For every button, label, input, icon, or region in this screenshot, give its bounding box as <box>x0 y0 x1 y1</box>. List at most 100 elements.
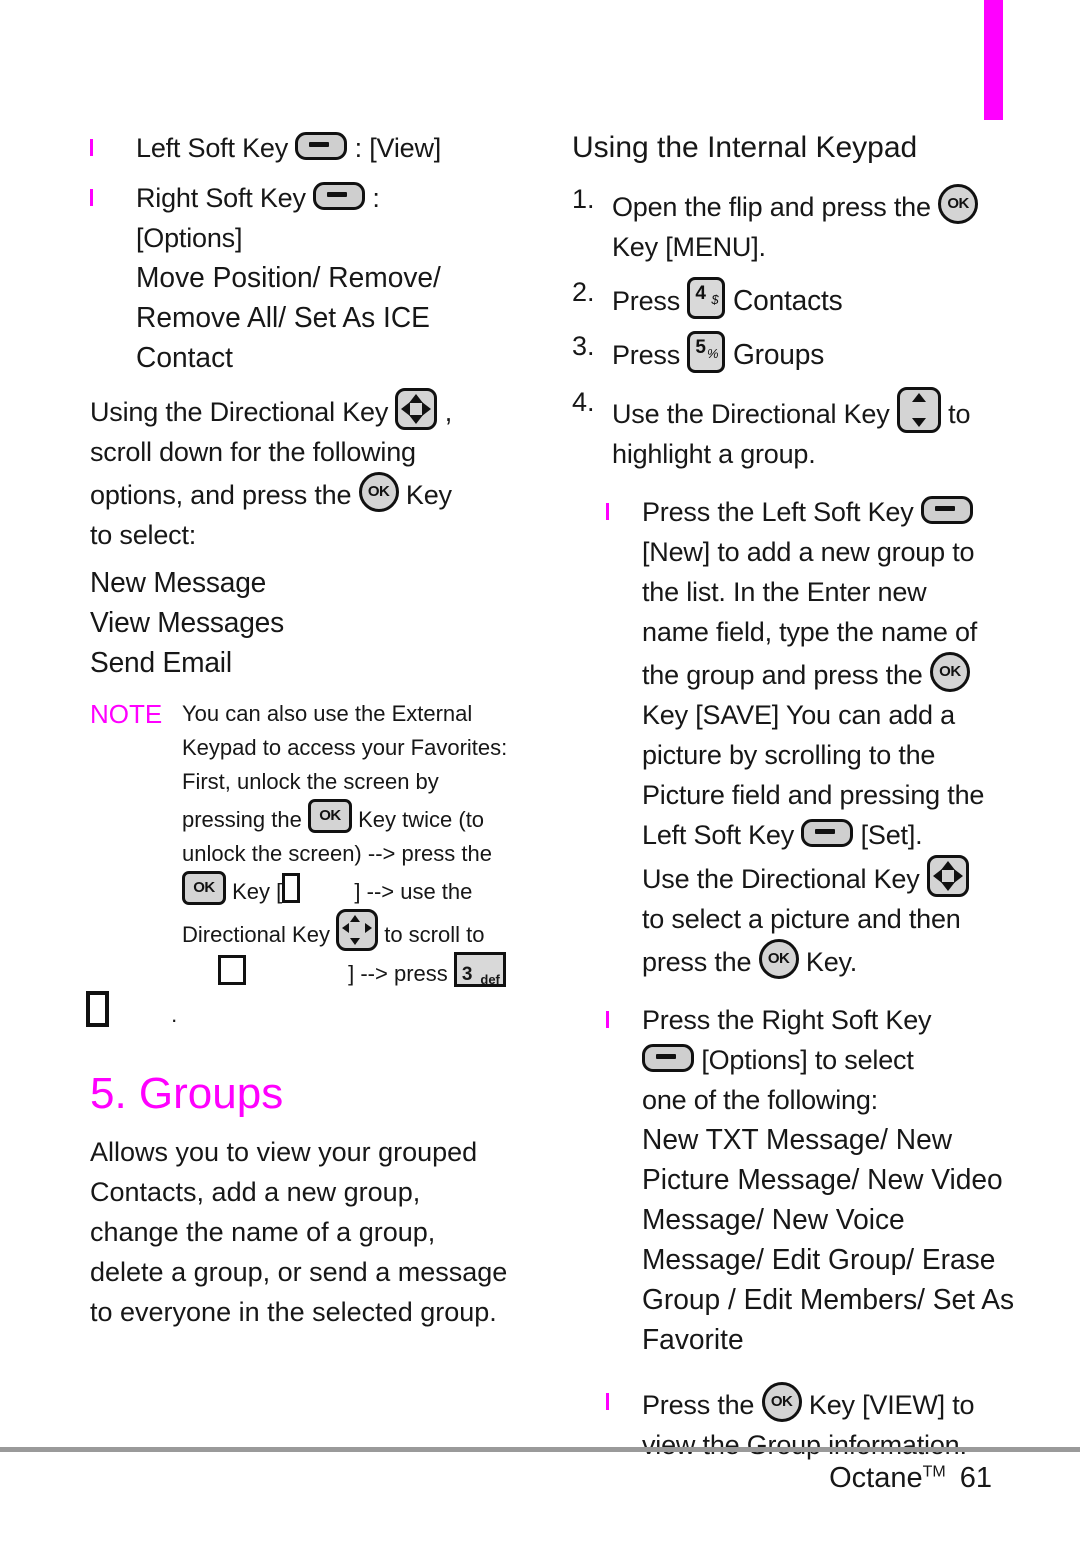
soft-key-pill-icon <box>295 132 348 160</box>
step-text-line-2: Key [MENU]. <box>612 232 766 262</box>
bullet-line-8: Picture field and pressing the <box>642 780 985 810</box>
instruction-line-3: options, and press the <box>90 480 352 510</box>
right-column-heading: Using the Internal Keypad <box>572 131 918 164</box>
step-number: 2. <box>572 277 595 307</box>
step-number: 4. <box>572 387 595 417</box>
bullet-line-5: the group and press the <box>642 660 923 690</box>
directional-key-updown-icon <box>896 387 941 433</box>
missing-glyph-box <box>86 991 109 1027</box>
note-line-4-after: Key twice (to <box>358 807 485 832</box>
ok-key-icon: OK <box>761 1382 802 1422</box>
key-superscript: $ <box>711 292 719 307</box>
note-line-3: First, unlock the screen by <box>182 769 439 794</box>
ok-key-icon: OK <box>358 472 399 512</box>
options-menu-list: New TXT Message/ New Picture Message/ Ne… <box>642 1124 1015 1356</box>
bullet-line-3: the list. In the Enter new <box>642 577 927 607</box>
section-body: Allows you to view your grouped Contacts… <box>90 1137 508 1327</box>
step-target: Contacts <box>732 285 843 317</box>
soft-key-value: [View] <box>369 133 442 163</box>
instruction-line-4: to select: <box>90 520 197 550</box>
note-line-8-mid: ] --> press <box>348 961 448 986</box>
bullet-text: Press the Right Soft Key <box>642 1005 932 1035</box>
key-digit: 5 <box>695 337 706 358</box>
footer: OctaneTM 61 <box>829 1462 992 1495</box>
bullet-line-12: press the <box>642 947 752 977</box>
soft-key-pill-icon <box>642 1044 694 1072</box>
note-block: NOTE You can also use the External Keypa… <box>86 697 510 1032</box>
bullet-line-1-tail: Key [VIEW] to <box>808 1390 975 1420</box>
manual-page: Left Soft Key : [View] Right Soft Key : … <box>0 0 1080 1552</box>
soft-key-item-left: Left Soft Key : [View] <box>90 128 510 168</box>
note-line-7-after: to scroll to <box>384 922 485 947</box>
directional-key-chevron-icon <box>336 909 379 951</box>
directional-key-icon <box>926 855 969 897</box>
section-heading: 5. Groups <box>90 1069 284 1118</box>
right-column: Using the Internal Keypad 1. Open the fl… <box>572 128 1020 1465</box>
options-list: Move Position/ Remove/ Remove All/ Set A… <box>136 262 441 374</box>
comma: , <box>444 397 453 427</box>
product-name: Octane <box>829 1462 923 1494</box>
directional-key-icon <box>395 388 438 430</box>
menu-item-new-message: New Message <box>90 567 267 599</box>
step-number: 3. <box>572 331 595 361</box>
bullet-line-2: view the Group information. <box>642 1430 967 1460</box>
note-label: NOTE <box>90 699 163 729</box>
note-line-7-before: Directional Key <box>182 922 330 947</box>
soft-key-label: Left Soft Key <box>136 133 288 163</box>
bullet-line-4: name field, type the name of <box>642 617 978 647</box>
bullet-line-11: to select a picture and then <box>642 904 961 934</box>
bullet-line-2: [New] to add a new group to <box>642 537 975 567</box>
bullet-line-6: Key [SAVE] You can add a <box>642 700 955 730</box>
options-bullet: Press the Right Soft Key [Options] to se… <box>572 1000 1020 1360</box>
left-column: Left Soft Key : [View] Right Soft Key : … <box>86 128 510 1332</box>
step-text: Press <box>612 340 681 370</box>
step-number: 1. <box>572 184 595 214</box>
step-text-tail: to <box>948 399 971 429</box>
note-line-6-before: Key [ <box>232 879 283 904</box>
note-line-5: unlock the screen) --> press the <box>182 841 492 866</box>
bullet-line-9-tail: [Set]. <box>860 820 923 850</box>
ok-key-icon: OK <box>758 939 799 979</box>
step-3: 3. Press 5 % Groups <box>572 331 1020 375</box>
note-line-6-after: ] --> use the <box>354 879 473 904</box>
page-number: 61 <box>959 1462 992 1494</box>
bullet-tick-icon <box>90 189 93 206</box>
key-5-icon: 5 % <box>687 331 726 373</box>
missing-glyph-box <box>218 955 246 985</box>
new-group-bullet: Press the Left Soft Key [New] to add a n… <box>572 492 1020 982</box>
menu-item-send-email: Send Email <box>90 647 232 679</box>
key-3-def-icon: 3 def <box>453 952 506 987</box>
step-target: Groups <box>732 339 824 371</box>
note-line-2: Keypad to access your Favorites: <box>182 735 508 760</box>
soft-key-pill-icon <box>920 496 973 524</box>
ok-key-icon: OK <box>938 184 979 224</box>
step-1: 1. Open the flip and press the OK Key [M… <box>572 184 1020 267</box>
bullet-tick-icon <box>606 503 609 520</box>
ok-key-icon: OK <box>929 652 970 692</box>
directional-key-instruction: Using the Directional Key , scroll down … <box>90 388 510 555</box>
soft-key-value: [Options] <box>136 223 243 253</box>
soft-key-label: Right Soft Key <box>136 183 306 213</box>
note-line-4-before: pressing the <box>182 807 302 832</box>
view-bullet: Press the OK Key [VIEW] to view the Grou… <box>572 1382 1020 1465</box>
bullet-line-2: [Options] to select <box>701 1045 914 1075</box>
bullet-line-9: Left Soft Key <box>642 820 794 850</box>
footer-rule <box>0 1447 1080 1452</box>
bullet-tick-icon <box>606 1393 609 1410</box>
step-text: Open the flip and press the <box>612 192 931 222</box>
soft-key-pill-icon <box>801 819 854 847</box>
note-line-1: You can also use the External <box>182 701 473 726</box>
key-4-icon: 4 $ <box>687 277 726 319</box>
bullet-tick-icon <box>90 139 93 156</box>
bullet-line-7: picture by scrolling to the <box>642 740 936 770</box>
bullet-line-10: Use the Directional Key <box>642 864 920 894</box>
ok-key-square-icon: OK <box>182 871 226 905</box>
bullet-tick-icon <box>606 1011 609 1028</box>
step-4: 4. Use the Directional Key to highlight … <box>572 387 1020 474</box>
instruction-text: Using the Directional Key <box>90 397 389 427</box>
key-word: Key <box>405 480 452 510</box>
soft-key-pill-icon <box>313 182 366 210</box>
separator: : <box>372 183 380 213</box>
bullet-text: Press the Left Soft Key <box>642 497 914 527</box>
trademark-mark: TM <box>922 1463 946 1481</box>
